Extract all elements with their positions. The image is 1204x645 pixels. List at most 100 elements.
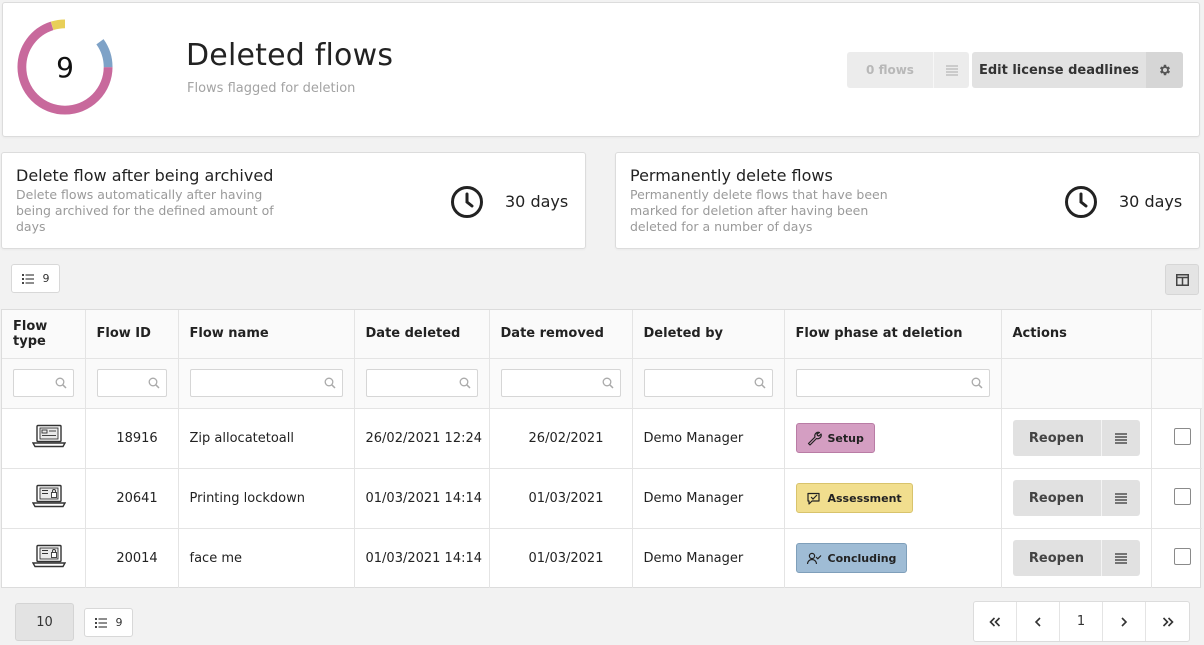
column-toggle-button[interactable] [1165,264,1199,295]
column-header-date-deleted[interactable]: Date deleted [354,310,490,359]
phase-badge: Setup [795,423,875,453]
list-count: 9 [42,272,50,285]
archive-deletion-description: Delete flows automatically after having … [16,187,274,234]
reopen-label: Reopen [1028,490,1085,506]
date-removed: 26/02/2021 [489,408,633,469]
phase-badge: Concluding [795,543,908,574]
flow-id: 20641 [85,468,179,529]
menu-icon[interactable] [1100,540,1140,577]
pagination: 1 [973,601,1190,642]
last-page-button[interactable] [1146,602,1189,641]
footer-count-button[interactable]: 9 [84,608,133,637]
deleted-by: Demo Manager [632,468,785,529]
clock-icon [1065,186,1097,218]
permanent-deletion-description: Permanently delete flows that have been … [630,187,888,234]
phase-label: Concluding [827,551,897,565]
chevron-left-icon [1034,616,1041,627]
column-header-date-removed[interactable]: Date removed [489,310,633,359]
menu-icon[interactable] [1100,420,1140,456]
reopen-label: Reopen [1028,550,1085,566]
search-icon [602,377,614,389]
list-icon [94,617,107,628]
flow-phase-filter-input[interactable] [795,369,990,397]
flow-id: 18916 [85,408,179,469]
menu-icon[interactable] [933,52,969,88]
flows-button-label: 0 flows [866,63,914,77]
flow-type-filter-input[interactable] [13,369,74,397]
date-removed: 01/03/2021 [489,468,633,529]
chat-check-icon [806,492,820,505]
date-deleted-filter-input[interactable] [365,369,478,397]
date-deleted: 01/03/2021 14:14 [354,468,490,529]
column-header-flow-id[interactable]: Flow ID [85,310,179,359]
chevron-right-icon [1121,616,1128,627]
deleted-by: Demo Manager [632,528,785,588]
search-icon [459,377,471,389]
archive-deletion-card: Delete flow after being archived Delete … [1,152,586,249]
reopen-button[interactable]: Reopen [1012,540,1140,577]
archive-deletion-days: 30 days [505,192,569,211]
next-page-button[interactable] [1103,602,1146,641]
deleted-by-filter-input[interactable] [643,369,773,397]
reopen-label: Reopen [1028,430,1085,446]
table-row: 20014 face me 01/03/2021 14:14 01/03/202… [2,528,1202,588]
deleted-flows-table: Flow type Flow ID Flow name Date deleted… [1,309,1202,588]
permanent-deletion-days: 30 days [1119,192,1183,211]
search-icon [324,377,336,389]
gear-icon[interactable] [1146,52,1183,88]
previous-page-button[interactable] [1017,602,1060,641]
flow-id: 20014 [85,528,179,588]
first-page-button[interactable] [974,602,1017,641]
flow-name: Zip allocatetoall [178,408,355,469]
flow-name-filter-input[interactable] [189,369,343,397]
search-icon [148,377,160,389]
columns-icon [1175,273,1189,286]
list-count-button[interactable]: 9 [11,264,60,293]
deleted-by: Demo Manager [632,408,785,469]
column-header-flow-phase[interactable]: Flow phase at deletion [784,310,1002,359]
column-header-deleted-by[interactable]: Deleted by [632,310,785,359]
page-title: Deleted flows [186,38,394,73]
column-header-flow-type[interactable]: Flow type [2,310,86,359]
double-chevron-right-icon [1162,616,1174,627]
phase-badge: Assessment [795,483,913,513]
date-removed-filter-input[interactable] [500,369,621,397]
person-check-icon [806,553,821,565]
filter-row [2,358,1202,409]
laptop-form-icon [31,424,66,448]
column-header-actions: Actions [1001,310,1152,359]
flow-name: face me [178,528,355,588]
row-select-checkbox[interactable] [1173,547,1191,565]
date-removed: 01/03/2021 [489,528,633,588]
page-button-current[interactable]: 1 [1060,602,1103,641]
menu-icon[interactable] [1100,480,1140,516]
table-row: 20641 Printing lockdown 01/03/2021 14:14… [2,468,1202,529]
row-select-checkbox[interactable] [1173,427,1191,445]
double-chevron-left-icon [989,616,1001,627]
page-subtitle: Flows flagged for deletion [187,81,356,96]
flow-id-filter-input[interactable] [96,369,167,397]
flows-button[interactable]: 0 flows [847,52,969,88]
wrench-icon [807,431,822,446]
search-icon [971,377,983,389]
phase-label: Assessment [827,491,902,505]
archive-deletion-title: Delete flow after being archived [16,166,274,185]
date-deleted: 26/02/2021 12:24 [354,408,490,469]
search-icon [754,377,766,389]
list-icon [21,273,34,284]
column-header-select [1151,310,1202,359]
clock-icon [451,186,483,218]
page-size-select[interactable]: 10 [15,603,74,641]
phase-label: Setup [827,431,864,445]
laptop-lock-icon [31,484,66,508]
edit-license-deadlines-label: Edit license deadlines [978,62,1140,78]
reopen-button[interactable]: Reopen [1012,420,1140,456]
edit-license-deadlines-button[interactable]: Edit license deadlines [972,52,1183,88]
row-select-checkbox[interactable] [1173,487,1191,505]
date-deleted: 01/03/2021 14:14 [354,528,490,588]
column-header-flow-name[interactable]: Flow name [178,310,355,359]
search-icon [55,377,67,389]
reopen-button[interactable]: Reopen [1012,480,1140,516]
permanent-deletion-title: Permanently delete flows [630,166,833,185]
permanent-deletion-card: Permanently delete flows Permanently del… [615,152,1200,249]
